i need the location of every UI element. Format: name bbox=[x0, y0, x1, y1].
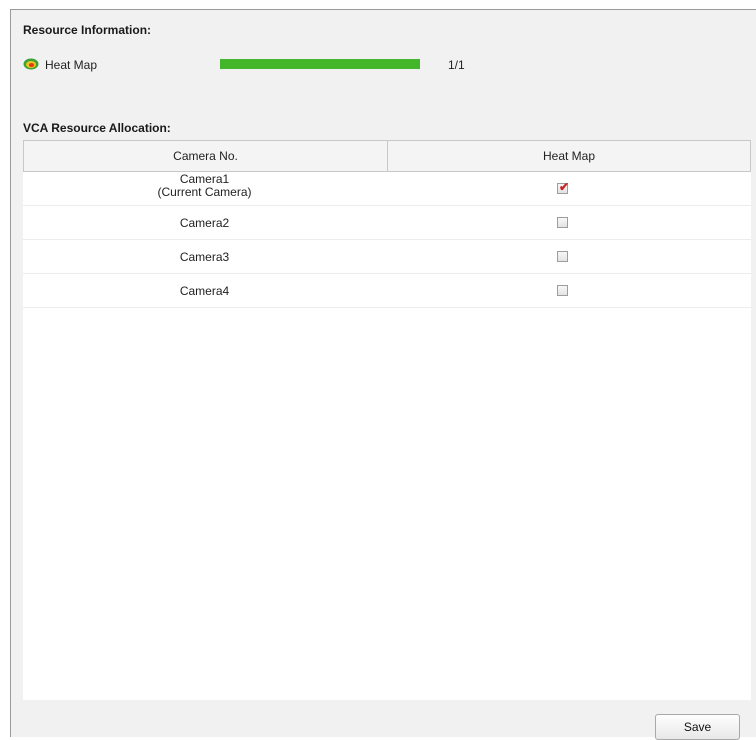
resource-row-heat-map: Heat Map 1/1 bbox=[23, 56, 723, 74]
heat-map-checkbox[interactable]: ✔ bbox=[557, 180, 570, 194]
resource-usage-bar-fill bbox=[220, 59, 420, 69]
heat-map-checkbox[interactable] bbox=[557, 217, 568, 228]
camera-name: Camera1 (Current Camera) bbox=[23, 173, 386, 205]
check-mark-icon: ✔ bbox=[559, 180, 570, 194]
heat-map-checkbox[interactable] bbox=[557, 285, 568, 296]
table-row: Camera3 bbox=[23, 240, 751, 274]
camera-name: Camera3 bbox=[179, 250, 230, 264]
column-header-camera-no[interactable]: Camera No. bbox=[24, 141, 388, 171]
resource-usage-bar bbox=[220, 59, 420, 69]
table-header: Camera No. Heat Map bbox=[23, 140, 751, 172]
column-header-heat-map[interactable]: Heat Map bbox=[388, 141, 750, 171]
heat-map-checkbox[interactable] bbox=[557, 251, 568, 262]
camera-name: Camera2 bbox=[179, 216, 230, 230]
save-button[interactable]: Save bbox=[655, 714, 740, 740]
heat-map-icon bbox=[23, 57, 39, 71]
table-row: Camera4 bbox=[23, 274, 751, 308]
resource-label: Heat Map bbox=[45, 58, 98, 72]
camera-name-line2: (Current Camera) bbox=[157, 185, 252, 199]
camera-name: Camera4 bbox=[179, 284, 230, 298]
allocation-table: Camera No. Heat Map Camera1 (Current Cam… bbox=[23, 140, 751, 700]
resource-count: 1/1 bbox=[448, 58, 465, 72]
table-row: Camera2 bbox=[23, 206, 751, 240]
allocation-title: VCA Resource Allocation: bbox=[23, 121, 171, 135]
resource-info-title: Resource Information: bbox=[23, 23, 152, 37]
table-row: Camera1 (Current Camera) ✔ bbox=[23, 172, 751, 206]
